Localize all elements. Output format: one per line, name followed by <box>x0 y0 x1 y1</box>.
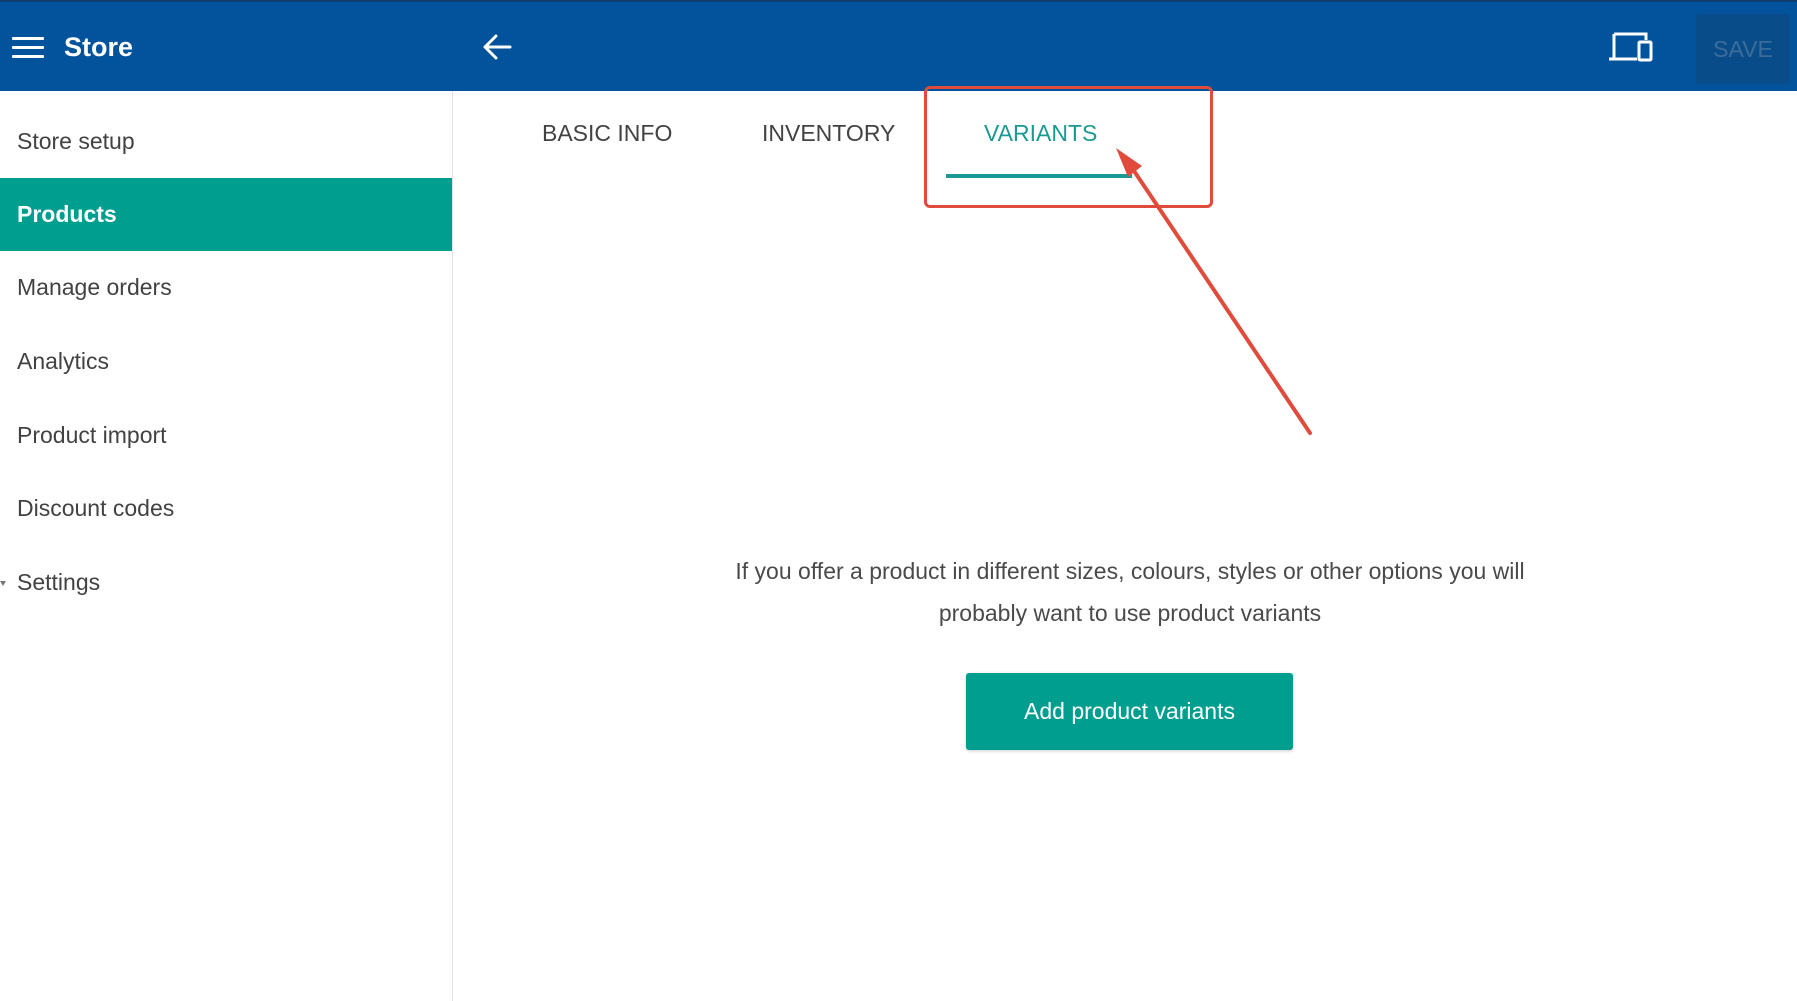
save-button[interactable]: SAVE <box>1696 14 1790 84</box>
add-product-variants-button[interactable]: Add product variants <box>966 673 1293 750</box>
sidebar-item-analytics[interactable]: Analytics <box>0 325 452 398</box>
device-preview-icon[interactable] <box>1608 30 1654 66</box>
annotation-highlight-box <box>924 86 1213 208</box>
hamburger-menu-icon[interactable] <box>12 35 44 59</box>
expand-caret-icon <box>0 581 6 586</box>
tab-inventory[interactable]: INVENTORY <box>762 120 895 147</box>
info-line-1: If you offer a product in different size… <box>735 558 1525 584</box>
tab-basic-info[interactable]: BASIC INFO <box>542 120 672 147</box>
sidebar-item-store-setup[interactable]: Store setup <box>0 105 452 178</box>
app-title: Store <box>64 32 134 62</box>
top-app-bar: Store SAVE <box>0 0 1797 91</box>
arrow-left-icon[interactable] <box>480 30 514 64</box>
sidebar-item-settings[interactable]: Settings <box>0 546 452 619</box>
info-line-2: probably want to use product variants <box>938 600 1322 626</box>
variants-info-text: If you offer a product in different size… <box>640 550 1620 634</box>
sidebar-item-products[interactable]: Products <box>0 178 452 251</box>
sidebar-item-product-import[interactable]: Product import <box>0 399 452 472</box>
sidebar-nav: Store setup Products Manage orders Analy… <box>0 91 453 1001</box>
sidebar-item-manage-orders[interactable]: Manage orders <box>0 251 452 324</box>
sidebar-item-discount-codes[interactable]: Discount codes <box>0 472 452 545</box>
